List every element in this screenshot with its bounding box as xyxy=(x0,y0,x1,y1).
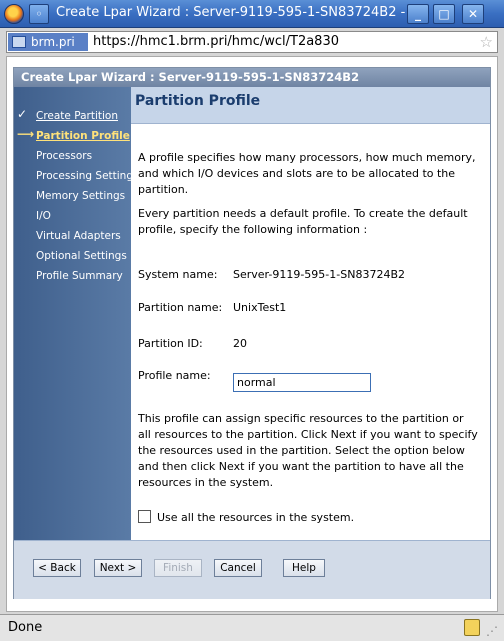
address-bar[interactable]: brm.pri https://hmc1.brm.pri/hmc/wcl/T2a… xyxy=(6,31,498,53)
nav-item-io: I/O xyxy=(36,210,51,222)
partition-name-value: UnixTest1 xyxy=(233,301,287,314)
nav-item-virtual-adapters: Virtual Adapters xyxy=(36,230,121,242)
window-menu-icon[interactable]: ◦ xyxy=(29,4,49,24)
use-all-resources-label[interactable]: Use all the resources in the system. xyxy=(157,511,354,524)
help-button[interactable]: Help xyxy=(283,559,325,577)
next-button[interactable]: Next > xyxy=(94,559,142,577)
wizard-header: Create Lpar Wizard : Server-9119-595-1-S… xyxy=(14,68,490,87)
page-title: Partition Profile xyxy=(135,93,261,109)
wizard-button-bar: < Back Next > Finish Cancel Help xyxy=(14,540,490,599)
profile-name-input[interactable] xyxy=(233,373,371,392)
site-label: brm.pri xyxy=(31,35,75,49)
finish-button[interactable]: Finish xyxy=(154,559,202,577)
page-content: Create Lpar Wizard : Server-9119-595-1-S… xyxy=(6,56,498,612)
nav-item-processors: Processors xyxy=(36,150,93,162)
url-field[interactable]: https://hmc1.brm.pri/hmc/wcl/T2a830 xyxy=(93,34,339,49)
default-profile-text: Every partition needs a default profile.… xyxy=(138,207,468,236)
firefox-icon[interactable] xyxy=(4,4,24,24)
wizard-nav: ✓ Create Partition ⟶ Partition Profile P… xyxy=(14,87,138,540)
nav-item-memory-settings: Memory Settings xyxy=(36,190,126,202)
partition-id-value: 20 xyxy=(233,337,247,350)
intro-text: A profile specifies how many processors,… xyxy=(138,151,476,196)
system-name-label: System name: xyxy=(138,268,218,281)
close-icon[interactable]: ✕ xyxy=(462,4,484,24)
minimize-icon[interactable]: _ xyxy=(407,4,429,24)
resources-text: This profile can assign specific resourc… xyxy=(138,412,478,489)
lock-icon[interactable] xyxy=(464,619,480,636)
title-bar: ◦ Create Lpar Wizard : Server-9119-595-1… xyxy=(0,0,504,28)
site-identity-button[interactable]: brm.pri xyxy=(8,33,88,51)
wizard-main: Partition Profile A profile specifies ho… xyxy=(131,87,490,540)
current-step-arrow-icon: ⟶ xyxy=(17,127,35,141)
nav-item-processing-settings: Processing Settings xyxy=(36,170,139,182)
cancel-button[interactable]: Cancel xyxy=(214,559,262,577)
back-button[interactable]: < Back xyxy=(33,559,81,577)
profile-name-label: Profile name: xyxy=(138,369,211,382)
status-bar: Done ⋰ xyxy=(0,614,504,641)
partition-id-label: Partition ID: xyxy=(138,337,203,350)
system-name-value: Server-9119-595-1-SN83724B2 xyxy=(233,268,405,281)
nav-item-create-partition[interactable]: Create Partition xyxy=(36,110,118,122)
page-title-bar: Partition Profile xyxy=(131,87,490,124)
partition-name-label: Partition name: xyxy=(138,301,223,314)
nav-item-optional-settings: Optional Settings xyxy=(36,250,127,262)
nav-item-profile-summary: Profile Summary xyxy=(36,270,123,282)
wizard-frame: Create Lpar Wizard : Server-9119-595-1-S… xyxy=(13,67,491,599)
maximize-icon[interactable]: □ xyxy=(433,4,455,24)
site-identity-icon xyxy=(12,36,26,48)
window-title: Create Lpar Wizard : Server-9119-595-1-S… xyxy=(56,5,406,20)
checkmark-icon: ✓ xyxy=(17,107,28,121)
bookmark-star-icon[interactable]: ☆ xyxy=(480,33,493,51)
use-all-resources-checkbox[interactable] xyxy=(138,510,151,523)
resize-grip-icon[interactable]: ⋰ xyxy=(486,624,498,638)
status-text: Done xyxy=(8,620,43,635)
nav-item-partition-profile[interactable]: Partition Profile xyxy=(36,130,130,142)
